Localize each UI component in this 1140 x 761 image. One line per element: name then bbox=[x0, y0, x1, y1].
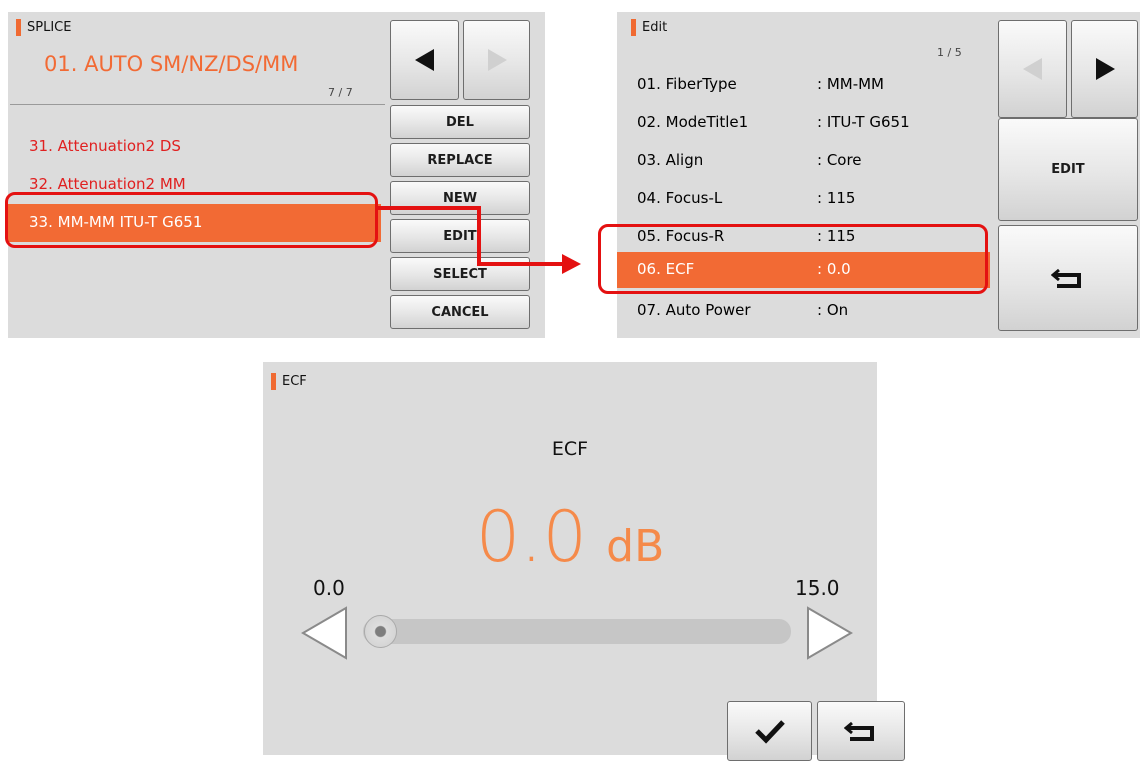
arrow-right-icon bbox=[1095, 58, 1115, 80]
edit-title-bar: Edit bbox=[631, 12, 667, 42]
flow-arrow bbox=[378, 206, 581, 274]
back-button[interactable] bbox=[817, 701, 905, 761]
param-value: : Core bbox=[817, 151, 862, 169]
list-item[interactable]: 31. Attenuation2 DS bbox=[29, 137, 181, 155]
param-label: 07. Auto Power bbox=[637, 301, 751, 319]
param-label: 01. FiberType bbox=[637, 75, 737, 93]
confirm-button[interactable] bbox=[727, 701, 812, 761]
min-label: 0.0 bbox=[313, 576, 345, 600]
del-button[interactable]: DEL bbox=[390, 105, 530, 139]
param-row[interactable]: 02. ModeTitle1 : ITU-T G651 bbox=[637, 113, 977, 137]
checkmark-icon bbox=[754, 720, 785, 744]
next-button[interactable] bbox=[1071, 20, 1138, 118]
cancel-button[interactable]: CANCEL bbox=[390, 295, 530, 329]
splice-panel: SPLICE 01. AUTO SM/NZ/DS/MM 7 / 7 31. At… bbox=[8, 12, 545, 338]
list-item[interactable]: 32. Attenuation2 MM bbox=[29, 175, 186, 193]
arrow-left-icon bbox=[414, 49, 434, 71]
increase-button[interactable] bbox=[803, 605, 855, 661]
value-number: 0.0 bbox=[475, 496, 588, 578]
arrow-left-icon bbox=[1022, 58, 1042, 80]
divider bbox=[10, 104, 385, 105]
title-accent bbox=[16, 18, 21, 36]
prev-button[interactable] bbox=[998, 20, 1067, 118]
prev-button[interactable] bbox=[390, 20, 459, 100]
return-icon bbox=[844, 721, 874, 741]
title-accent bbox=[631, 18, 636, 36]
decrease-button[interactable] bbox=[299, 605, 351, 661]
param-value: : 115 bbox=[817, 189, 856, 207]
value-unit: dB bbox=[606, 521, 665, 572]
splice-title: SPLICE bbox=[27, 19, 72, 35]
back-button[interactable] bbox=[998, 225, 1138, 331]
title-accent bbox=[271, 372, 276, 390]
param-value: : On bbox=[817, 301, 849, 319]
param-row[interactable]: 07. Auto Power : On bbox=[637, 301, 977, 325]
arrow-right-outline-icon bbox=[807, 606, 853, 660]
slider-track[interactable] bbox=[363, 619, 791, 644]
list-item-label: 32. Attenuation2 MM bbox=[29, 175, 186, 193]
arrow-right-icon bbox=[487, 49, 507, 71]
value-display: 0.0 dB bbox=[263, 496, 877, 578]
param-label: 03. Align bbox=[637, 151, 704, 169]
mode-title: 01. AUTO SM/NZ/DS/MM bbox=[44, 52, 299, 76]
edit-button[interactable]: EDIT bbox=[998, 118, 1138, 221]
replace-button[interactable]: REPLACE bbox=[390, 143, 530, 177]
param-name: ECF bbox=[551, 438, 589, 460]
return-icon bbox=[1051, 268, 1081, 288]
splice-page-indicator: 7 / 7 bbox=[328, 86, 353, 99]
highlight-box-selected-item bbox=[5, 192, 378, 248]
ecf-title: ECF bbox=[282, 373, 307, 389]
ecf-title-bar: ECF bbox=[271, 366, 307, 396]
edit-page-indicator: 1 / 5 bbox=[937, 46, 962, 59]
param-value: : MM-MM bbox=[817, 75, 885, 93]
max-label: 15.0 bbox=[795, 576, 840, 600]
param-row[interactable]: 03. Align : Core bbox=[637, 151, 977, 175]
highlight-box-selected-params bbox=[598, 224, 988, 294]
param-row[interactable]: 04. Focus-L : 115 bbox=[637, 189, 977, 213]
ecf-panel: ECF ECF 0.0 dB 0.0 15.0 bbox=[263, 362, 905, 761]
arrow-left-outline-icon bbox=[301, 606, 347, 660]
slider-thumb[interactable] bbox=[364, 615, 397, 648]
param-label: 02. ModeTitle1 bbox=[637, 113, 749, 131]
splice-title-bar: SPLICE bbox=[16, 12, 71, 42]
param-value: : ITU-T G651 bbox=[817, 113, 910, 131]
edit-title: Edit bbox=[642, 19, 668, 35]
param-row[interactable]: 01. FiberType : MM-MM bbox=[637, 75, 977, 99]
next-button[interactable] bbox=[463, 20, 530, 100]
param-label: 04. Focus-L bbox=[637, 189, 723, 207]
list-item-label: 31. Attenuation2 DS bbox=[29, 137, 181, 155]
